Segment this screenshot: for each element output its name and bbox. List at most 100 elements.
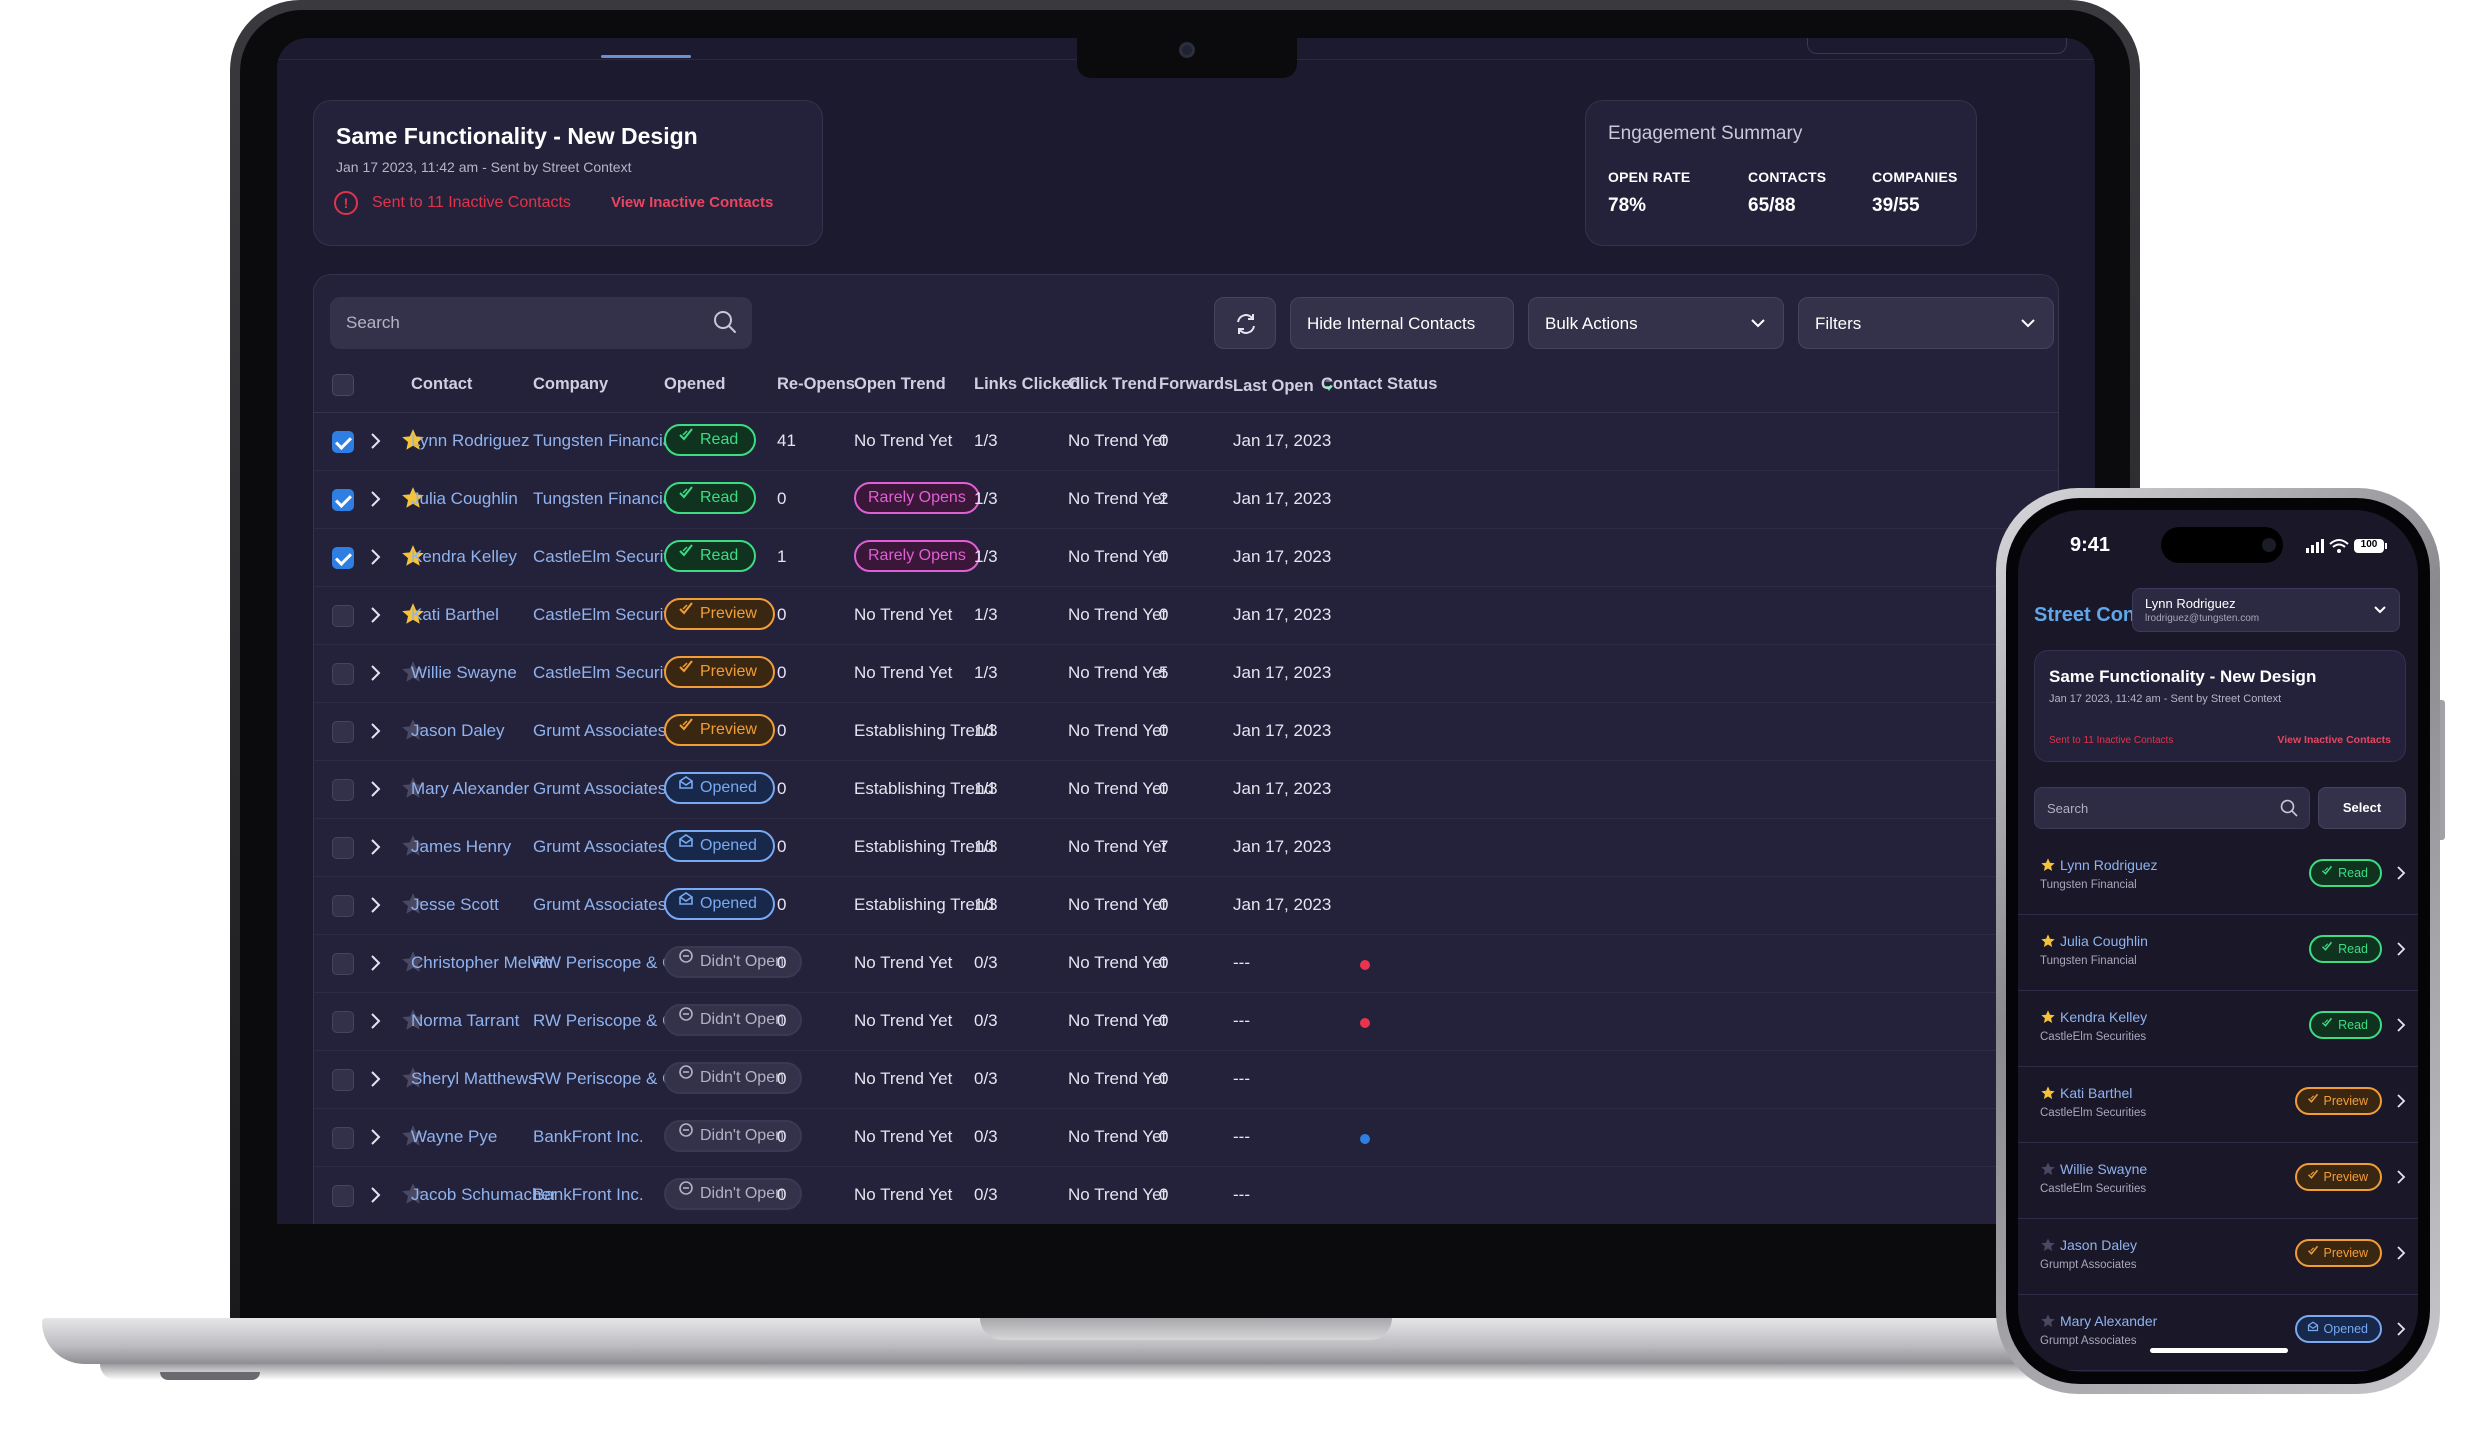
contact-name[interactable]: Willie Swayne	[2060, 1161, 2147, 1177]
search-input[interactable]: Search	[330, 297, 752, 349]
chevron-right-icon[interactable]	[366, 777, 386, 801]
contact-name[interactable]: Mary Alexander	[411, 779, 529, 799]
chevron-right-icon[interactable]	[2396, 941, 2406, 962]
company-name[interactable]: Tungsten Financial	[533, 489, 676, 509]
chevron-right-icon[interactable]	[366, 1009, 386, 1033]
header-open-trend[interactable]: Open Trend	[854, 375, 946, 394]
row-checkbox[interactable]	[332, 1011, 354, 1033]
company-name[interactable]: BankFront Inc.	[533, 1127, 644, 1147]
row-checkbox[interactable]	[332, 953, 354, 975]
header-contact[interactable]: Contact	[411, 375, 472, 394]
user-dropdown[interactable]: Lynn Rodriguez lrodriguez@tungsten.com	[2132, 588, 2400, 632]
chevron-right-icon[interactable]	[366, 1067, 386, 1091]
star-icon[interactable]	[2040, 1237, 2056, 1258]
row-checkbox[interactable]	[332, 489, 354, 511]
contact-name[interactable]: Jason Daley	[2060, 1237, 2137, 1253]
contact-name[interactable]: Jesse Scott	[411, 895, 499, 915]
chevron-right-icon[interactable]	[366, 1125, 386, 1149]
refresh-button[interactable]	[1214, 297, 1276, 349]
row-checkbox[interactable]	[332, 1069, 354, 1091]
contact-name[interactable]: Christopher Melvin	[411, 953, 553, 973]
list-item[interactable]: Julia Coughlin Tungsten Financial Read	[2018, 915, 2418, 991]
table-row[interactable]: Kendra Kelley CastleElm Securities Read 1 Ra…	[314, 529, 2058, 587]
contact-name[interactable]: James Henry	[411, 837, 511, 857]
header-click-trend[interactable]: Click Trend	[1068, 375, 1157, 394]
chevron-right-icon[interactable]	[2396, 1093, 2406, 1114]
table-row[interactable]: Jason Daley Grumt Associates Preview 0 Estab…	[314, 703, 2058, 761]
list-item[interactable]: Mary Alexander Grumpt Associates Opened	[2018, 1295, 2418, 1371]
star-icon[interactable]	[2040, 1009, 2056, 1030]
chevron-right-icon[interactable]	[2396, 1245, 2406, 1266]
table-row[interactable]: Kati Barthel CastleElm Securities Preview 0…	[314, 587, 2058, 645]
row-checkbox[interactable]	[332, 431, 354, 453]
star-icon[interactable]	[2040, 1313, 2056, 1334]
list-item[interactable]: Lynn Rodriguez Tungsten Financial Read	[2018, 839, 2418, 915]
list-item[interactable]: Willie Swayne CastleElm Securities Preview	[2018, 1143, 2418, 1219]
contact-name[interactable]: Willie Swayne	[411, 663, 517, 683]
company-name[interactable]: Grumt Associates	[533, 837, 666, 857]
search-icon[interactable]	[712, 309, 738, 340]
filters-dropdown[interactable]: Filters	[1798, 297, 2054, 349]
chevron-right-icon[interactable]	[366, 835, 386, 859]
hide-internal-contacts-button[interactable]: Hide Internal Contacts	[1290, 297, 1514, 349]
contact-name[interactable]: Kati Barthel	[2060, 1085, 2132, 1101]
contact-name[interactable]: Lynn Rodriguez	[411, 431, 529, 451]
star-icon[interactable]	[2040, 1161, 2056, 1182]
list-item[interactable]: Kendra Kelley CastleElm Securities Read	[2018, 991, 2418, 1067]
header-links-clicked[interactable]: Links Clicked	[974, 375, 1080, 394]
table-row[interactable]: Lynn Rodriguez Tungsten Financial Read 41 No…	[314, 413, 2058, 471]
star-icon[interactable]	[2040, 857, 2056, 878]
table-row[interactable]: Wayne Pye BankFront Inc. Didn't Open 0 No Tr…	[314, 1109, 2058, 1167]
contact-name[interactable]: Jason Daley	[411, 721, 505, 741]
select-button[interactable]: Select	[2318, 787, 2406, 829]
header-reopens[interactable]: Re-Opens	[777, 375, 855, 394]
search-icon[interactable]	[2279, 798, 2299, 823]
row-checkbox[interactable]	[332, 605, 354, 627]
table-row[interactable]: Norma Tarrant RW Periscope & Co. Didn't Op…	[314, 993, 2058, 1051]
table-row[interactable]: Jesse Scott Grumt Associates Opened 0 Establ…	[314, 877, 2058, 935]
star-icon[interactable]	[2040, 1085, 2056, 1106]
chevron-right-icon[interactable]	[366, 545, 386, 569]
chevron-right-icon[interactable]	[366, 1183, 386, 1207]
row-checkbox[interactable]	[332, 837, 354, 859]
bulk-actions-dropdown[interactable]: Bulk Actions	[1528, 297, 1784, 349]
chevron-right-icon[interactable]	[2396, 865, 2406, 886]
contact-name[interactable]: Kendra Kelley	[2060, 1009, 2147, 1025]
chevron-right-icon[interactable]	[2396, 1169, 2406, 1190]
select-all-checkbox[interactable]	[332, 374, 354, 396]
company-name[interactable]: Grumt Associates	[533, 721, 666, 741]
company-name[interactable]: Grumt Associates	[533, 895, 666, 915]
table-row[interactable]: Julia Coughlin Tungsten Financial Read 0 Rar…	[314, 471, 2058, 529]
table-row[interactable]: Jacob Schumacher BankFront Inc. Didn't Ope…	[314, 1167, 2058, 1224]
contact-name[interactable]: Sheryl Matthews	[411, 1069, 537, 1089]
contact-name[interactable]: Lynn Rodriguez	[2060, 857, 2158, 873]
header-last-open[interactable]: Last Open	[1233, 375, 1334, 398]
chevron-right-icon[interactable]	[366, 487, 386, 511]
table-row[interactable]: Willie Swayne CastleElm Securities Preview…	[314, 645, 2058, 703]
top-right-control[interactable]	[1807, 38, 2067, 54]
row-checkbox[interactable]	[332, 721, 354, 743]
contact-name[interactable]: Kati Barthel	[411, 605, 499, 625]
company-name[interactable]: Grumt Associates	[533, 779, 666, 799]
chevron-right-icon[interactable]	[366, 719, 386, 743]
chevron-right-icon[interactable]	[2396, 1017, 2406, 1038]
search-input[interactable]: Search	[2034, 787, 2310, 829]
contact-name[interactable]: Kendra Kelley	[411, 547, 517, 567]
chevron-right-icon[interactable]	[2396, 1321, 2406, 1342]
chevron-right-icon[interactable]	[366, 661, 386, 685]
table-row[interactable]: Sheryl Matthews RW Periscope & Co. Didn't …	[314, 1051, 2058, 1109]
row-checkbox[interactable]	[332, 663, 354, 685]
chevron-right-icon[interactable]	[366, 951, 386, 975]
row-checkbox[interactable]	[332, 1185, 354, 1207]
company-name[interactable]: BankFront Inc.	[533, 1185, 644, 1205]
chevron-right-icon[interactable]	[366, 603, 386, 627]
contact-name[interactable]: Mary Alexander	[2060, 1313, 2157, 1329]
contact-name[interactable]: Norma Tarrant	[411, 1011, 519, 1031]
contact-name[interactable]: Julia Coughlin	[411, 489, 518, 509]
view-inactive-contacts-link[interactable]: View Inactive Contacts	[611, 194, 773, 211]
row-checkbox[interactable]	[332, 547, 354, 569]
chevron-right-icon[interactable]	[366, 893, 386, 917]
contact-name[interactable]: Julia Coughlin	[2060, 933, 2148, 949]
chevron-right-icon[interactable]	[366, 429, 386, 453]
table-row[interactable]: Mary Alexander Grumt Associates Opened 0 Est…	[314, 761, 2058, 819]
